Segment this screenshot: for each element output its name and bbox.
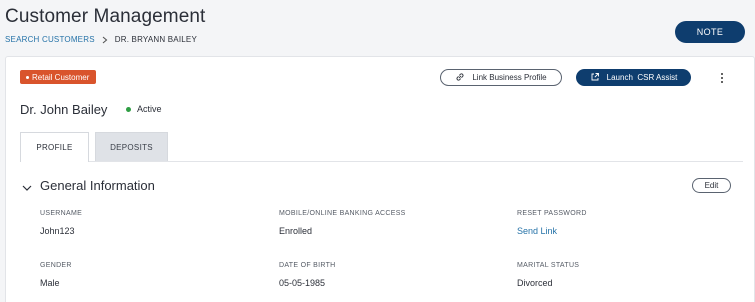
marital-status-field: MARITAL STATUS Divorced	[517, 262, 579, 288]
chevron-down-icon[interactable]	[21, 181, 33, 193]
tab-deposits[interactable]: DEPOSITS	[95, 132, 168, 162]
status-indicator: Active	[126, 104, 162, 114]
username-value: John123	[40, 226, 75, 236]
chevron-right-icon	[102, 36, 108, 44]
gender-label: GENDER	[40, 262, 72, 269]
launch-csr-assist-label: Launch CSR Assist	[606, 73, 678, 82]
date-of-birth-field: DATE OF BIRTH 05-05-1985	[279, 262, 336, 288]
marital-status-value: Divorced	[517, 278, 553, 288]
launch-csr-assist-button[interactable]: Launch CSR Assist	[576, 69, 691, 86]
breadcrumb-current: DR. BRYANN BAILEY	[114, 35, 197, 44]
edit-button[interactable]: Edit	[692, 178, 731, 193]
date-of-birth-label: DATE OF BIRTH	[279, 262, 336, 269]
send-link-button[interactable]: Send Link	[517, 226, 587, 236]
tab-profile[interactable]: PROFILE	[20, 132, 89, 162]
date-of-birth-value: 05-05-1985	[279, 278, 326, 288]
customer-name: Dr. John Bailey	[20, 102, 108, 117]
link-business-profile-button[interactable]: Link Business Profile	[440, 69, 562, 86]
tab-divider	[20, 161, 743, 162]
gender-field: GENDER Male	[40, 262, 72, 288]
marital-status-label: MARITAL STATUS	[517, 262, 580, 269]
status-label: Active	[137, 104, 162, 114]
badge-dot	[26, 75, 29, 79]
banking-access-label: MOBILE/ONLINE BANKING ACCESS	[279, 210, 406, 217]
gender-value: Male	[40, 278, 60, 288]
note-button[interactable]: NOTE	[675, 21, 745, 43]
reset-password-field: RESET PASSWORD Send Link	[517, 210, 587, 236]
kebab-menu-icon[interactable]	[717, 71, 727, 85]
general-information-title: General Information	[40, 178, 155, 193]
breadcrumb: SEARCH CUSTOMERS DR. BRYANN BAILEY	[5, 35, 197, 44]
username-label: USERNAME	[40, 210, 83, 217]
customer-card: Retail Customer Link Business Profile La…	[5, 56, 755, 302]
badge-label: Retail Customer	[32, 72, 90, 82]
status-dot	[126, 106, 131, 112]
username-field: USERNAME John123	[40, 210, 82, 236]
link-business-profile-label: Link Business Profile	[472, 73, 547, 82]
link-icon	[455, 72, 465, 84]
breadcrumb-search-customers-link[interactable]: SEARCH CUSTOMERS	[5, 35, 95, 44]
banking-access-value: Enrolled	[279, 226, 313, 236]
banking-access-field: MOBILE/ONLINE BANKING ACCESS Enrolled	[279, 210, 406, 236]
reset-password-label: RESET PASSWORD	[517, 210, 587, 217]
page-title: Customer Management	[5, 6, 206, 27]
retail-customer-badge: Retail Customer	[20, 70, 97, 84]
external-link-icon	[590, 72, 600, 84]
